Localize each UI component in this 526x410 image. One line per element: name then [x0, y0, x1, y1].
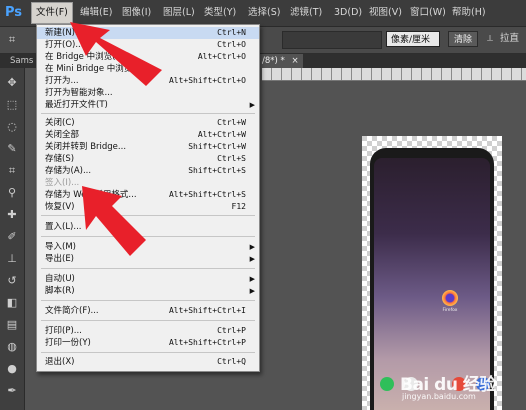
menu-layer[interactable]: 图层(L)	[159, 3, 199, 23]
straighten-label[interactable]: 拉直	[500, 31, 519, 47]
submenu-arrow-icon: ▶	[249, 255, 255, 263]
firefox-icon	[442, 290, 458, 306]
dodge-tool-icon[interactable]: ●	[3, 360, 21, 378]
menu-type[interactable]: 类型(Y)	[200, 3, 240, 23]
menu-separator	[41, 352, 255, 353]
healing-tool-icon[interactable]: ✚	[3, 206, 21, 224]
blur-tool-icon[interactable]: ◍	[3, 338, 21, 356]
menu-edit[interactable]: 编辑(E)	[76, 3, 116, 23]
submenu-arrow-icon: ▶	[249, 287, 255, 295]
menu-view[interactable]: 视图(V)	[365, 3, 406, 23]
phone-status-bar	[378, 160, 486, 166]
tab-current-label: /8*) *	[262, 56, 285, 66]
menu-separator	[41, 236, 255, 237]
lasso-tool-icon[interactable]: ◌	[3, 118, 21, 136]
menu-3d[interactable]: 3D(D)	[330, 3, 366, 23]
menu-item-exit[interactable]: 退出(X) Ctrl+Q	[37, 356, 259, 368]
photoshop-logo: Ps	[5, 5, 23, 20]
menu-separator	[41, 113, 255, 114]
menu-item-open-as[interactable]: 打开为... Alt+Shift+Ctrl+O	[37, 75, 259, 87]
menu-item-browse-mini-bridge[interactable]: 在 Mini Bridge 中浏览(G)...	[37, 63, 259, 75]
file-menu-dropdown: 新建(N)... Ctrl+N 打开(O)... Ctrl+O 在 Bridge 中…	[36, 24, 260, 372]
tools-panel: ✥ ⬚ ◌ ✎ ⌗ ⚲ ✚ ✐ ⊥ ↺ ◧ ▤ ◍ ● ✒	[0, 68, 25, 410]
menu-item-revert[interactable]: 恢复(V) F12	[37, 201, 259, 213]
menu-help[interactable]: 帮助(H)	[448, 3, 490, 23]
menu-item-recent-files[interactable]: 最近打开文件(T) ▶	[37, 99, 259, 111]
crop-tool-icon[interactable]: ⌗	[3, 31, 21, 49]
submenu-arrow-icon: ▶	[249, 275, 255, 283]
history-brush-icon[interactable]: ↺	[3, 272, 21, 290]
tab-left-document[interactable]: Sams	[6, 54, 37, 68]
menu-item-close-go-bridge[interactable]: 关闭并转到 Bridge... Shift+Ctrl+W	[37, 141, 259, 153]
brush-tool-icon[interactable]: ✐	[3, 228, 21, 246]
phone-dock-icon	[380, 377, 394, 391]
pen-tool-icon[interactable]: ✒	[3, 382, 21, 400]
ratio-field[interactable]	[282, 31, 382, 49]
menu-bar: Ps 文件(F) 编辑(E) 图像(I) 图层(L) 类型(Y) 选择(S) 滤…	[0, 0, 526, 27]
baidu-watermark: Bai du 经验 jingyan.baidu.com	[400, 370, 522, 406]
menu-separator	[41, 320, 255, 321]
menu-image[interactable]: 图像(I)	[118, 3, 155, 23]
units-select[interactable]: 像素/厘米	[386, 31, 440, 47]
tab-close-icon[interactable]: ×	[292, 56, 299, 66]
menu-select[interactable]: 选择(S)	[244, 3, 284, 23]
stamp-tool-icon[interactable]: ⊥	[3, 250, 21, 268]
menu-item-file-info[interactable]: 文件简介(F)... Alt+Shift+Ctrl+I	[37, 305, 259, 317]
crop-tool-icon[interactable]: ⌗	[3, 162, 21, 180]
menu-item-export[interactable]: 导出(E) ▶	[37, 253, 259, 265]
menu-item-close-all[interactable]: 关闭全部 Alt+Ctrl+W	[37, 129, 259, 141]
menu-item-import[interactable]: 导入(M) ▶	[37, 241, 259, 253]
menu-item-print-one-copy[interactable]: 打印一份(Y) Alt+Shift+Ctrl+P	[37, 337, 259, 349]
menu-separator	[41, 300, 255, 301]
marquee-tool-icon[interactable]: ⬚	[3, 96, 21, 114]
straighten-icon[interactable]: ⟂	[484, 31, 496, 47]
menu-item-close[interactable]: 关闭(C) Ctrl+W	[37, 117, 259, 129]
menu-item-scripts[interactable]: 脚本(R) ▶	[37, 285, 259, 297]
firefox-label: Firefox	[442, 308, 458, 313]
menu-item-automate[interactable]: 自动(U) ▶	[37, 273, 259, 285]
menu-item-place[interactable]: 置入(L)...	[37, 221, 259, 233]
menu-item-print[interactable]: 打印(P)... Ctrl+P	[37, 325, 259, 337]
clear-button[interactable]: 清除	[448, 31, 478, 47]
menu-item-save-as[interactable]: 存储为(A)... Shift+Ctrl+S	[37, 165, 259, 177]
menu-item-save-for-web[interactable]: 存储为 Web 所用格式... Alt+Shift+Ctrl+S	[37, 189, 259, 201]
menu-item-new[interactable]: 新建(N)... Ctrl+N	[37, 27, 259, 39]
watermark-sub: jingyan.baidu.com	[402, 392, 476, 401]
move-tool-icon[interactable]: ✥	[3, 74, 21, 92]
menu-filter[interactable]: 滤镜(T)	[286, 3, 326, 23]
gradient-tool-icon[interactable]: ▤	[3, 316, 21, 334]
menu-item-browse-bridge[interactable]: 在 Bridge 中浏览(B)... Alt+Ctrl+O	[37, 51, 259, 63]
menu-separator	[41, 215, 255, 216]
tab-current-document[interactable]: /8*) * ×	[258, 54, 303, 68]
horizontal-ruler	[262, 68, 526, 81]
menu-item-open-smart-object[interactable]: 打开为智能对象...	[37, 87, 259, 99]
menu-item-save[interactable]: 存储(S) Ctrl+S	[37, 153, 259, 165]
menu-item-open[interactable]: 打开(O)... Ctrl+O	[37, 39, 259, 51]
menu-file[interactable]: 文件(F)	[31, 2, 73, 24]
submenu-arrow-icon: ▶	[249, 243, 255, 251]
submenu-arrow-icon: ▶	[249, 101, 255, 109]
menu-window[interactable]: 窗口(W)	[406, 3, 450, 23]
quick-select-tool-icon[interactable]: ✎	[3, 140, 21, 158]
eraser-tool-icon[interactable]: ◧	[3, 294, 21, 312]
menu-separator	[41, 268, 255, 269]
eyedropper-tool-icon[interactable]: ⚲	[3, 184, 21, 202]
menu-item-check-in: 签入(I)...	[45, 178, 80, 188]
